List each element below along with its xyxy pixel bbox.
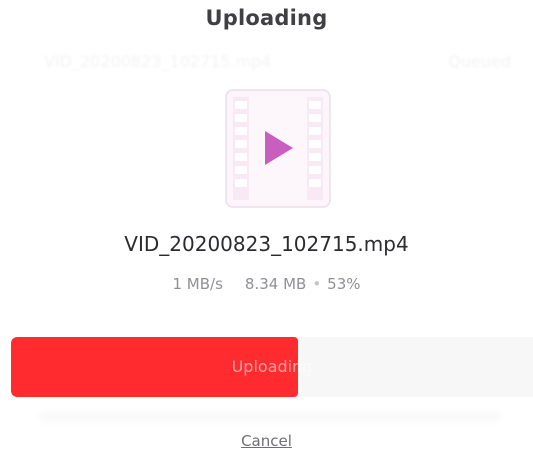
upload-progress-bar: Uploading bbox=[11, 337, 533, 397]
upload-stats: 1 MB/s 8.34 MB • 53% bbox=[0, 275, 533, 293]
background-queue-row: VID_20200823_102715.mp4 Queued bbox=[0, 52, 533, 76]
cancel-area: Cancel bbox=[0, 432, 533, 450]
background-file-name: VID_20200823_102715.mp4 bbox=[44, 52, 272, 71]
separator-dot: • bbox=[312, 275, 322, 293]
file-size: 8.34 MB bbox=[244, 275, 307, 293]
upload-percent: 53% bbox=[327, 275, 361, 293]
video-file-icon bbox=[225, 89, 331, 208]
background-shadow bbox=[40, 412, 500, 422]
background-status: Queued bbox=[448, 52, 511, 71]
upload-speed: 1 MB/s bbox=[172, 275, 223, 293]
cancel-button[interactable]: Cancel bbox=[241, 432, 292, 450]
upload-progress-label: Uploading bbox=[231, 357, 313, 376]
upload-dialog: Uploading VID_20200823_102715.mp4 Queued… bbox=[0, 0, 533, 455]
file-name: VID_20200823_102715.mp4 bbox=[124, 232, 409, 256]
dialog-title: Uploading bbox=[205, 6, 328, 30]
